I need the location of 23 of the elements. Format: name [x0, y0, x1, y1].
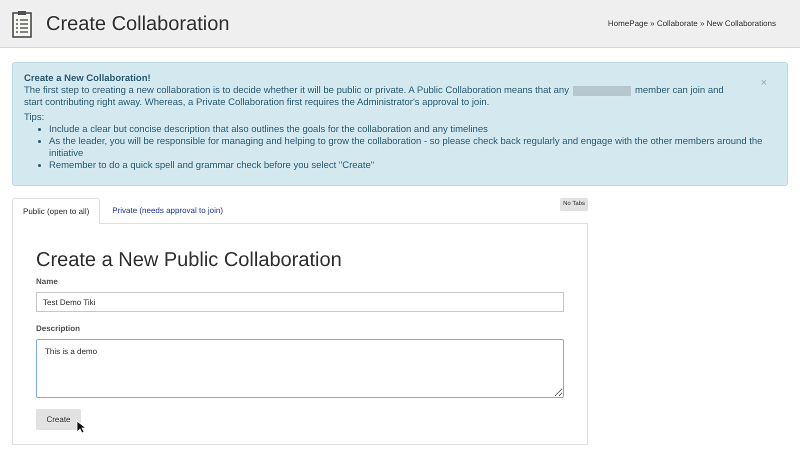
field-label: Name: [36, 276, 59, 288]
bullet-icon: [38, 128, 41, 131]
tip-text: As the leader, you will be responsible for managing and helping to grow the collaboration - so please check back regularly and engage with the other members around the initiative: [49, 136, 764, 160]
tab[interactable]: Public (open to all): [12, 198, 100, 224]
alert-text: member can join and: [634, 85, 724, 97]
tip-text: Include a clear but concise description that also outlines the goals for the collaboration and any timelines: [49, 124, 488, 136]
alert-text: The first step to creating a new collaboration is to decide whether it will be public or private. A Public Collaboration means that any: [24, 85, 569, 97]
description-field[interactable]: This is a demo: [36, 338, 564, 398]
bullet-icon: [38, 164, 41, 167]
tips-label: Tips:: [24, 112, 44, 124]
page-title: Create Collaboration: [46, 12, 230, 36]
create-button[interactable]: Create: [36, 409, 81, 430]
breadcrumb[interactable]: HomePage » Collaborate » New Collaborations: [608, 18, 776, 30]
tip-text: Remember to do a quick spell and grammar check before you select "Create": [49, 160, 374, 172]
form-heading: Create a New Public Collaboration: [36, 248, 343, 272]
alert-heading: Create a New Collaboration!: [24, 73, 151, 85]
redaction: [572, 86, 631, 96]
name-field[interactable]: Test Demo Tiki: [36, 292, 564, 312]
field-label: Description: [36, 322, 82, 334]
bullet-icon: [38, 140, 41, 143]
clipboard-icon: [12, 10, 32, 38]
alert-text: start contributing right away. Whereas, a Private Collaboration first requires the Administrator's approval to join.: [24, 97, 490, 109]
cursor-icon: [76, 420, 86, 434]
